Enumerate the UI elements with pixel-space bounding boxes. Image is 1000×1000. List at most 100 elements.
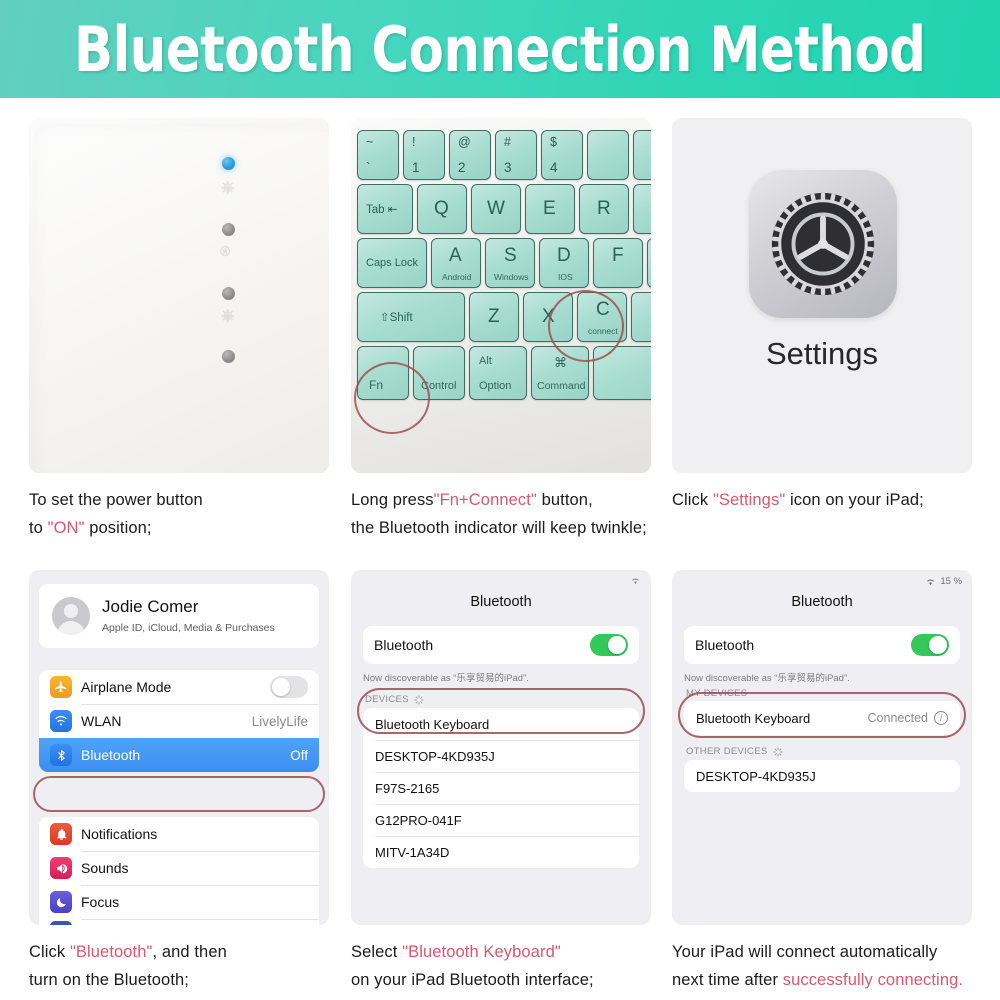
wifi-icon [927,579,935,585]
key-a[interactable]: A Android [431,238,481,288]
annotation-box-keyboard-device [357,688,645,734]
key-5[interactable] [587,130,629,180]
sidebar-item-screen-time[interactable] [39,919,319,925]
bluetooth-row[interactable]: Bluetooth [684,626,960,664]
discoverable-note: Now discoverable as “乐享贸易的iPad”. [363,673,529,684]
key-legend-bottom: 2 [458,160,466,175]
sidebar-item-focus[interactable]: Focus [39,885,319,919]
settings-app-label: Settings [765,336,878,371]
key-d[interactable]: D IOS [539,238,589,288]
key-1[interactable]: ! 1 [403,130,445,180]
key-shift[interactable]: ⇧Shift [357,292,465,342]
row-label: Airplane Mode [81,679,172,695]
wifi-icon [50,710,72,732]
caption-line: Your iPad will connect automatically [672,943,938,961]
row-label: Bluetooth [81,747,141,763]
caption-line: on your iPad Bluetooth interface; [351,971,594,990]
step-caption-fn-connect: Long press"Fn+Connect" button, the Bluet… [351,486,691,543]
battery-glyph-icon: ⎈ [221,306,235,325]
key-r[interactable]: R [579,184,629,234]
row-label: WLAN [81,713,122,729]
speaker-icon [50,857,72,879]
sidebar-item-sounds[interactable]: Sounds [39,851,319,885]
step-image-keyboard: ~ ` ! 1 @ 2 # 3 $ 4 Tab ⇤ Q W E R Caps L… [351,118,651,473]
key-z[interactable]: Z [469,292,519,342]
sidebar-item-airplane-mode[interactable]: Airplane Mode [39,670,319,704]
row-label: Bluetooth [374,637,434,653]
caps-glyph-icon: ⍟ [220,242,231,261]
bluetooth-row[interactable]: Bluetooth [363,626,639,664]
key-legend-top: # [504,135,511,149]
key-t[interactable] [633,184,651,234]
device-desktop[interactable]: DESKTOP-4KD935J [684,760,960,792]
key-tab[interactable]: Tab ⇤ [357,184,413,234]
wifi-icon [632,578,639,584]
other-devices-list: DESKTOP-4KD935J [684,760,960,792]
caption-line: Select "Bluetooth Keyboard" [351,943,561,961]
step-caption-tap-bluetooth: Click "Bluetooth", and then turn on the … [29,938,359,995]
key-legend: R [597,198,611,219]
settings-app-icon[interactable] [749,170,897,318]
key-2[interactable]: @ 2 [449,130,491,180]
device-g12pro[interactable]: G12PRO-041F [363,804,639,836]
device-label: DESKTOP-4KD935J [696,768,816,784]
step-caption-connected: Your iPad will connect automatically nex… [672,938,1000,995]
key-e[interactable]: E [525,184,575,234]
key-legend-bottom: 3 [504,160,512,175]
key-v[interactable] [631,292,651,342]
bluetooth-icon [50,744,72,766]
device-f97s[interactable]: F97S-2165 [363,772,639,804]
power-glyph-icon: ⎈ [221,178,235,197]
row-label: Notifications [81,826,158,842]
key-g[interactable] [647,238,651,288]
key-legend-top: $ [550,135,557,149]
key-tilde[interactable]: ~ ` [357,130,399,180]
key-3[interactable]: # 3 [495,130,537,180]
step-caption-select-keyboard: Select "Bluetooth Keyboard" on your iPad… [351,938,691,995]
key-w[interactable]: W [471,184,521,234]
page-title: Bluetooth Connection Method [74,12,926,86]
key-legend-bottom: 1 [412,160,420,175]
profile-card[interactable]: Jodie Comer Apple ID, iCloud, Media & Pu… [39,584,319,648]
key-s[interactable]: S Windows [485,238,535,288]
sidebar-item-bluetooth[interactable]: Bluetooth Off [39,738,319,772]
key-caps-lock[interactable]: Caps Lock [357,238,427,288]
bluetooth-toggle[interactable] [911,634,949,656]
row-label: Sounds [81,860,129,876]
caption-line: turn on the Bluetooth; [29,971,189,990]
airplane-mode-toggle[interactable] [270,676,308,698]
key-q[interactable]: Q [417,184,467,234]
step-caption-settings: Click "Settings" icon on your iPad; [672,486,1000,514]
row-label: Focus [81,894,120,910]
device-label: DESKTOP-4KD935J [375,748,495,764]
key-6[interactable] [633,130,651,180]
key-legend: S [504,245,517,266]
key-alt-option[interactable]: Alt Option [469,346,527,400]
sidebar-item-notifications[interactable]: Notifications [39,817,319,851]
bluetooth-toggle[interactable] [590,634,628,656]
settings-group-notifications: Notifications Sounds Focus [39,817,319,925]
settings-group-connectivity: Airplane Mode WLAN LivelyLife Bluetooth … [39,670,319,772]
device-mitv[interactable]: MITV-1A34D [363,836,639,868]
caption-line: to "ON" position; [29,519,152,538]
step-image-ios-settings: Jodie Comer Apple ID, iCloud, Media & Pu… [29,570,329,925]
key-legend-top: ~ [366,135,374,149]
step-image-power-switch: ⎈ ⍟ ⎈ [29,118,329,473]
key-4[interactable]: $ 4 [541,130,583,180]
section-header-label: OTHER DEVICES [686,746,768,757]
hourglass-icon [50,921,72,925]
bluetooth-toggle-card: Bluetooth [684,626,960,664]
caption-line: Long press"Fn+Connect" button, [351,491,593,509]
device-desktop[interactable]: DESKTOP-4KD935J [363,740,639,772]
battery-led [222,287,235,300]
row-label: Bluetooth [695,637,755,653]
key-legend: A [449,245,462,266]
key-f[interactable]: F [593,238,643,288]
keyboard-body [29,118,329,473]
annotation-circle-connect-key [548,290,624,362]
key-sublabel: Windows [494,272,529,282]
step-image-connected: 15 % Bluetooth Bluetooth Now discoverabl… [672,570,972,925]
sidebar-item-wlan[interactable]: WLAN LivelyLife [39,704,319,738]
annotation-circle-fn-key [354,362,430,434]
key-legend-top: Alt [479,355,492,367]
